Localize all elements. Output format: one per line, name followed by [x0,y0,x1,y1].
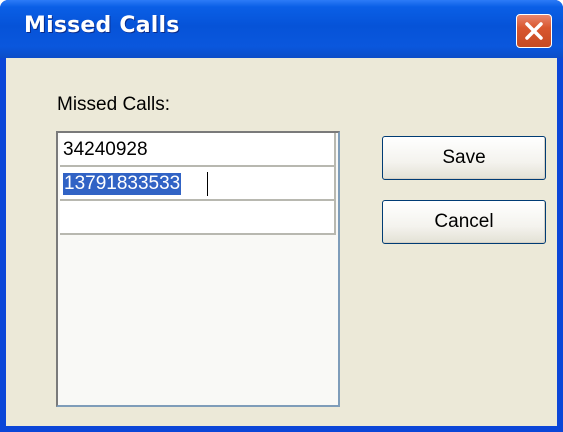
text-caret [207,172,208,196]
list-item[interactable]: 34240928 [60,133,336,167]
save-button[interactable]: Save [382,136,546,180]
list-item-editing[interactable]: 13791833533 [60,167,336,201]
close-button[interactable] [516,14,552,48]
window-title: Missed Calls [24,13,180,38]
list-item-text-selected[interactable]: 13791833533 [63,173,182,195]
list-item[interactable] [60,201,336,235]
list-item-text: 34240928 [63,139,148,160]
cancel-button[interactable]: Cancel [382,200,546,244]
missed-calls-list[interactable]: 34240928 13791833533 [56,131,340,407]
close-icon [523,20,545,42]
dialog-client-area: Missed Calls: 34240928 13791833533 Save … [6,58,557,426]
missed-calls-label: Missed Calls: [57,94,170,115]
dialog-window: Missed Calls Missed Calls: 34240928 1379… [0,0,563,432]
title-bar[interactable]: Missed Calls [0,0,563,58]
